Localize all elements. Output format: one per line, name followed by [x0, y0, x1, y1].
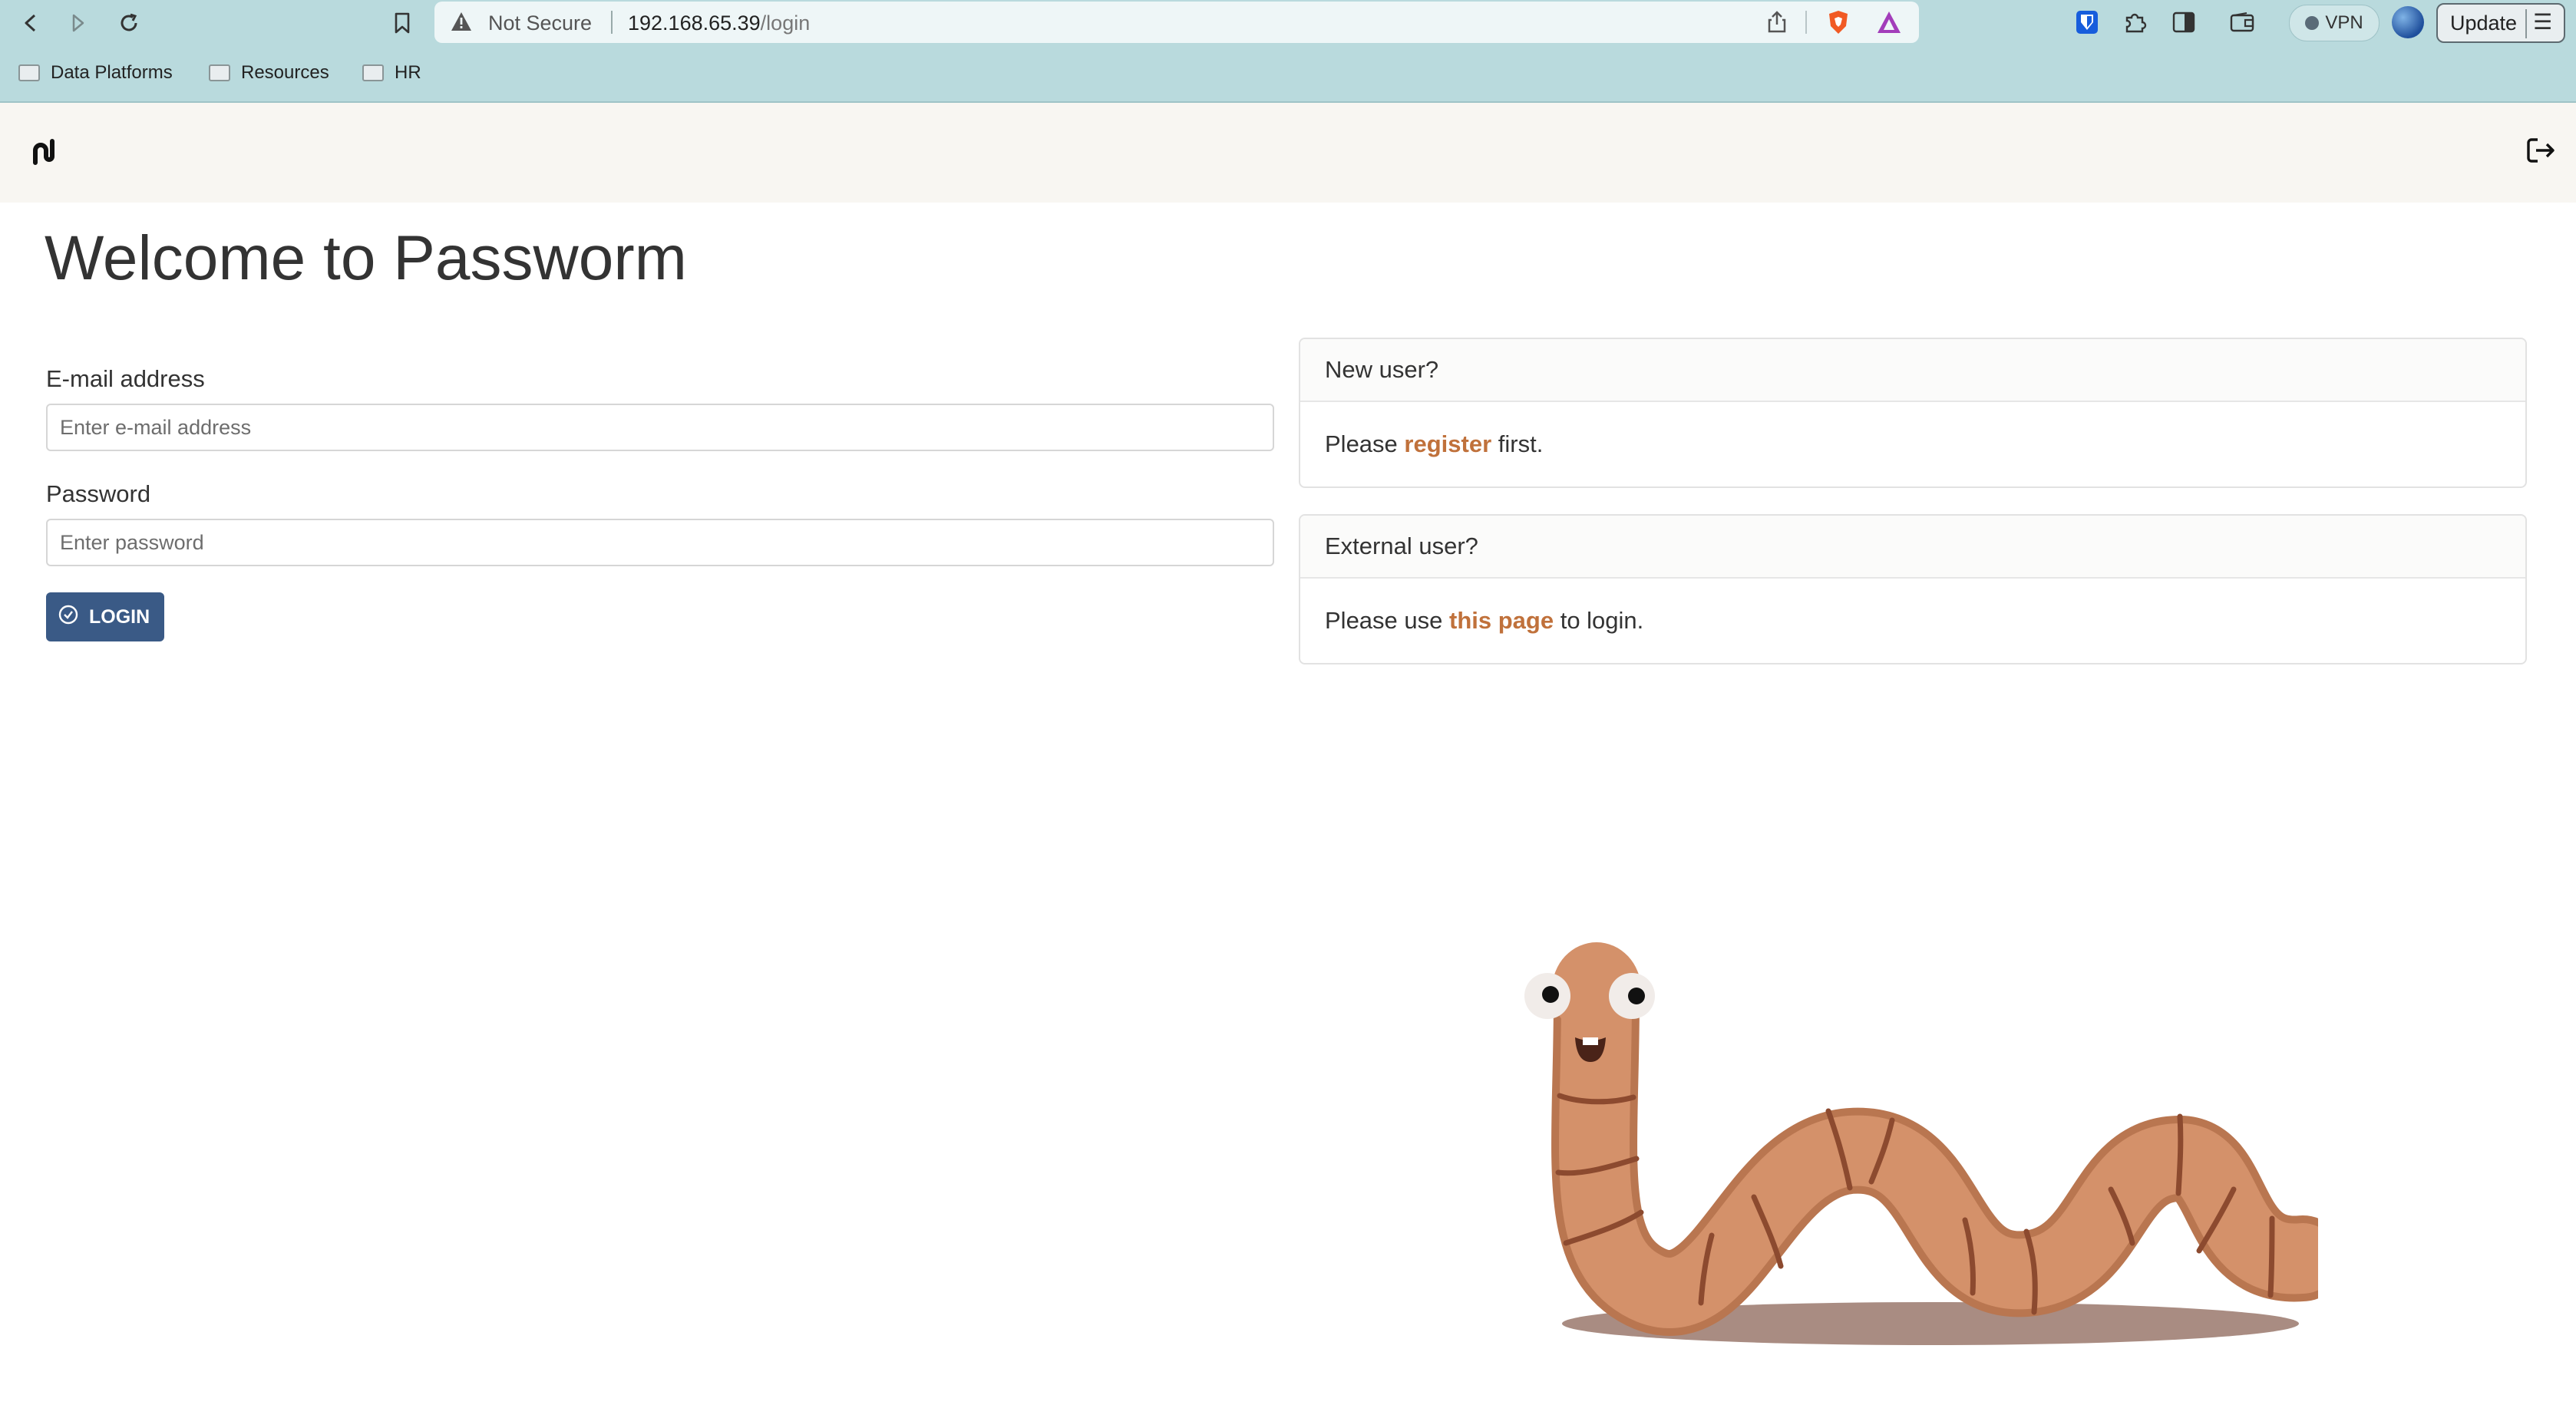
- new-user-card: New user? Please register first.: [1299, 338, 2527, 488]
- new-user-suffix: first.: [1491, 430, 1544, 457]
- browser-toolbar: Not Secure 192.168.65.39/login VPN Updat…: [0, 0, 2576, 103]
- email-field[interactable]: [46, 404, 1274, 451]
- vpn-status-icon: [2305, 16, 2320, 30]
- share-icon[interactable]: [1764, 9, 1790, 35]
- extensions-icon[interactable]: [2120, 8, 2149, 37]
- app-header: [0, 103, 2576, 203]
- bookmark-icon[interactable]: [387, 8, 418, 38]
- menu-icon[interactable]: ☰: [2533, 9, 2552, 35]
- external-user-body: Please use this page to login.: [1300, 579, 2525, 663]
- folder-icon: [18, 64, 40, 81]
- sidebar-icon[interactable]: [2169, 8, 2198, 37]
- url-divider: [611, 11, 613, 34]
- back-arrow-icon[interactable]: [15, 8, 46, 38]
- vpn-button[interactable]: VPN: [2289, 5, 2379, 41]
- new-user-prefix: Please: [1325, 430, 1405, 457]
- update-divider: [2525, 9, 2527, 38]
- address-bar[interactable]: Not Secure 192.168.65.39/login: [434, 2, 1919, 43]
- register-link[interactable]: register: [1404, 430, 1491, 458]
- brave-shield-icon[interactable]: [1825, 9, 1851, 35]
- bitwarden-icon[interactable]: [2072, 8, 2102, 37]
- passworm-logo-icon[interactable]: [29, 137, 60, 171]
- new-user-body: Please register first.: [1300, 402, 2525, 486]
- reload-icon[interactable]: [114, 8, 144, 38]
- external-user-prefix: Please use: [1325, 607, 1449, 634]
- wallet-icon[interactable]: [2228, 8, 2257, 37]
- update-button[interactable]: Update ☰: [2436, 3, 2565, 43]
- warning-icon: [450, 11, 473, 36]
- external-login-link[interactable]: this page: [1449, 607, 1554, 635]
- profile-avatar[interactable]: [2392, 6, 2424, 38]
- check-circle-icon: [58, 605, 78, 630]
- login-button[interactable]: LOGIN: [46, 592, 164, 641]
- bookmark-label: Data Platforms: [51, 62, 173, 83]
- logout-icon[interactable]: [2525, 135, 2558, 170]
- new-user-heading: New user?: [1300, 339, 2525, 402]
- url-text: 192.168.65.39/login: [628, 12, 810, 35]
- url-host: 192.168.65.39: [628, 12, 761, 35]
- forward-arrow-icon[interactable]: [63, 8, 94, 38]
- external-user-suffix: to login.: [1554, 607, 1644, 634]
- folder-icon: [209, 64, 230, 81]
- vpn-label: VPN: [2325, 12, 2363, 33]
- brave-rewards-icon[interactable]: [1876, 9, 1902, 35]
- bookmark-data-platforms[interactable]: Data Platforms: [18, 60, 173, 86]
- page-title: Welcome to Passworm: [45, 223, 687, 293]
- login-button-label: LOGIN: [89, 605, 150, 628]
- security-label: Not Secure: [488, 12, 593, 35]
- external-user-heading: External user?: [1300, 516, 2525, 579]
- bookmark-resources[interactable]: Resources: [209, 60, 329, 86]
- password-label: Password: [46, 480, 151, 507]
- update-label: Update: [2450, 11, 2518, 35]
- bookmark-label: Resources: [241, 62, 329, 83]
- bookmark-hr[interactable]: HR: [362, 60, 421, 86]
- bookmark-label: HR: [395, 62, 421, 83]
- folder-icon: [362, 64, 384, 81]
- password-field[interactable]: [46, 519, 1274, 566]
- email-label: E-mail address: [46, 365, 205, 392]
- external-user-card: External user? Please use this page to l…: [1299, 514, 2527, 664]
- url-divider-2: [1805, 11, 1807, 34]
- worm-illustration: [1524, 942, 2318, 1345]
- url-path: /login: [760, 12, 811, 35]
